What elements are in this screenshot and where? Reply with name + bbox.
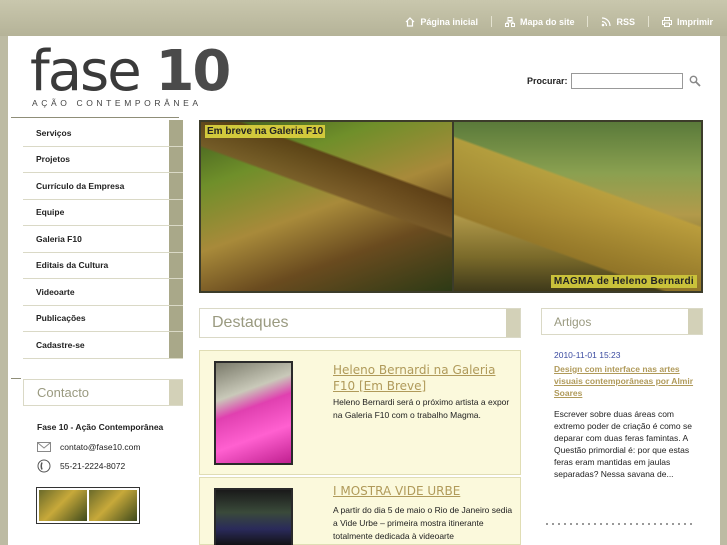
home-icon xyxy=(405,16,415,27)
top-bar: Página inicial Mapa do site RSS Imprimir xyxy=(0,0,727,36)
destaques-title: Destaques xyxy=(199,308,521,338)
banner-image-right xyxy=(454,122,701,291)
nav-item-projetos[interactable]: Projetos xyxy=(23,146,183,173)
thumbnail-image xyxy=(89,490,137,521)
sitemap-link[interactable]: Mapa do site xyxy=(504,16,575,27)
search-label: Procurar: xyxy=(527,76,568,86)
highlight-thumbnail[interactable] xyxy=(214,488,293,545)
nav-item-videoarte[interactable]: Videoarte xyxy=(23,279,183,306)
divider xyxy=(587,16,589,27)
contact-title: Contacto xyxy=(23,379,183,406)
contact-email[interactable]: contato@fase10.com xyxy=(60,442,140,452)
rss-link[interactable]: RSS xyxy=(601,17,635,27)
sitemap-link-label: Mapa do site xyxy=(519,16,575,27)
search-icon[interactable] xyxy=(689,75,701,87)
gallery-thumbnail[interactable] xyxy=(36,487,140,524)
top-links: Página inicial Mapa do site RSS Imprimir xyxy=(405,16,713,27)
nav-item-editais[interactable]: Editais da Cultura xyxy=(23,252,183,279)
search-box: Procurar: xyxy=(527,73,701,89)
article-item: 2010-11-01 15:23 Design com interface na… xyxy=(554,350,699,480)
highlight-title[interactable]: Heleno Bernardi na Galeria F10 [Em Breve… xyxy=(333,362,508,394)
dotted-separator xyxy=(544,523,694,525)
nav-item-curriculo[interactable]: Currículo da Empresa xyxy=(23,173,183,200)
logo-wordmark: fase 10 xyxy=(30,44,231,100)
banner-image-left xyxy=(201,122,452,291)
nav-item-cadastre[interactable]: Cadastre-se xyxy=(23,332,183,359)
rss-icon xyxy=(602,16,612,26)
article-headline[interactable]: Design com interface nas artes visuais c… xyxy=(554,363,699,399)
artigos-title: Artigos xyxy=(541,308,703,335)
highlight-card: I MOSTRA VIDE URBE A partir do dia 5 de … xyxy=(199,477,521,545)
nav-item-publicacoes[interactable]: Publicações xyxy=(23,305,183,332)
contact-phone: 55-21-2224-8072 xyxy=(60,461,126,471)
contact-block: Fase 10 - Ação Contemporânea contato@fas… xyxy=(37,422,163,480)
highlight-thumbnail[interactable] xyxy=(214,361,293,465)
article-excerpt: Escrever sobre duas áreas com extremo po… xyxy=(554,409,692,479)
print-link-label: Imprimir xyxy=(676,16,713,27)
highlight-title[interactable]: I MOSTRA VIDE URBE xyxy=(333,483,508,499)
sitemap-icon xyxy=(504,16,515,27)
divider xyxy=(490,16,492,27)
main-nav: Serviços Projetos Currículo da Empresa E… xyxy=(23,120,183,359)
nav-item-equipe[interactable]: Equipe xyxy=(23,199,183,226)
logo-subtitle: AÇÃO CONTEMPORÂNEA xyxy=(32,98,202,108)
phone-icon xyxy=(37,459,51,473)
thumbnail-image xyxy=(39,490,87,521)
banner-caption-right: MAGMA de Heleno Bernardi xyxy=(550,275,697,288)
contact-name: Fase 10 - Ação Contemporânea xyxy=(37,422,164,432)
nav-item-servicos[interactable]: Serviços xyxy=(23,120,183,147)
highlight-card: Heleno Bernardi na Galeria F10 [Em Breve… xyxy=(199,350,521,475)
email-icon xyxy=(37,442,51,452)
nav-item-galeria[interactable]: Galeria F10 xyxy=(23,226,183,253)
highlight-body: Heleno Bernardi será o próximo artista a… xyxy=(333,397,510,420)
divider xyxy=(647,16,649,27)
page: fase 10 AÇÃO CONTEMPORÂNEA Procurar: Ser… xyxy=(8,36,720,545)
search-input[interactable] xyxy=(570,73,683,89)
banner-caption-left: Em breve na Galeria F10 xyxy=(205,125,326,138)
home-link-label: Página inicial xyxy=(420,16,478,27)
contact-phone-row: 55-21-2224-8072 xyxy=(37,459,163,473)
logo-main-text: fase xyxy=(30,39,156,104)
article-date: 2010-11-01 15:23 xyxy=(554,350,621,360)
contact-email-row: contato@fase10.com xyxy=(37,442,163,452)
printer-icon xyxy=(661,16,672,27)
highlight-body: A partir do dia 5 de maio o Rio de Janei… xyxy=(333,505,513,541)
banner[interactable]: Em breve na Galeria F10 MAGMA de Heleno … xyxy=(199,120,703,293)
print-link[interactable]: Imprimir xyxy=(661,16,713,27)
rss-link-label: RSS xyxy=(616,16,635,27)
nav-top-rule xyxy=(11,117,179,118)
home-link[interactable]: Página inicial xyxy=(405,17,478,27)
logo[interactable]: fase 10 AÇÃO CONTEMPORÂNEA xyxy=(30,44,231,109)
logo-main-number: 10 xyxy=(155,39,231,104)
contact-rule xyxy=(11,378,21,379)
